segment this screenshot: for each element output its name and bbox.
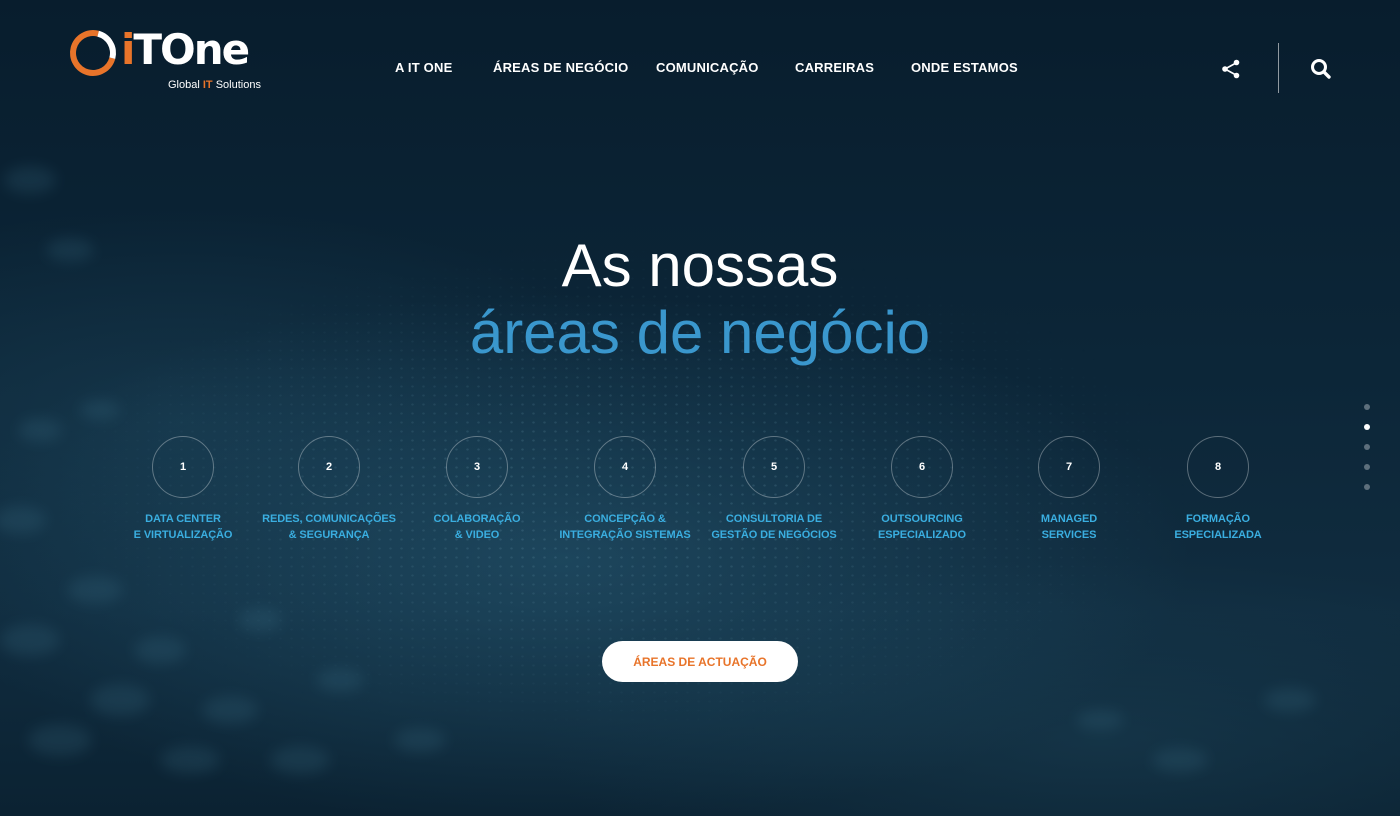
pager-dot-2[interactable] <box>1364 424 1370 430</box>
logo-ring-icon <box>61 21 125 85</box>
background-bokeh <box>0 166 1316 774</box>
nav-item-areas-de-negocio[interactable]: ÁREAS DE NEGÓCIO <box>493 60 628 75</box>
nav-item-carreiras[interactable]: CARREIRAS <box>795 60 874 75</box>
logo-wordmark: iTOne <box>121 25 250 74</box>
area-item-8[interactable]: 8 FORMAÇÃO ESPECIALIZADA <box>1128 436 1308 543</box>
hero-title-line-1: As nossas <box>561 232 839 299</box>
nav-item-comunicacao[interactable]: COMUNICAÇÃO <box>656 60 759 75</box>
area-number-badge: 8 <box>1187 436 1249 498</box>
area-number-badge: 7 <box>1038 436 1100 498</box>
share-icon[interactable] <box>1219 57 1243 81</box>
hero-heading: As nossas áreas de negócio <box>0 232 1400 366</box>
pager-dot-4[interactable] <box>1364 464 1370 470</box>
pager-dot-5[interactable] <box>1364 484 1370 490</box>
areas-de-actuacao-button[interactable]: ÁREAS DE ACTUAÇÃO <box>602 641 798 682</box>
area-number-badge: 5 <box>743 436 805 498</box>
itone-logo[interactable]: iTOne Global IT Solutions <box>61 21 269 94</box>
area-number-badge: 4 <box>594 436 656 498</box>
area-number-badge: 3 <box>446 436 508 498</box>
hero-title-line-2: áreas de negócio <box>469 299 931 366</box>
area-number-badge: 6 <box>891 436 953 498</box>
search-icon[interactable] <box>1308 56 1334 82</box>
nav-item-a-it-one[interactable]: A IT ONE <box>395 60 452 75</box>
area-number-badge: 1 <box>152 436 214 498</box>
area-number-badge: 2 <box>298 436 360 498</box>
pager-dot-1[interactable] <box>1364 404 1370 410</box>
logo-tagline: Global IT Solutions <box>168 79 261 91</box>
section-pager <box>1364 404 1372 504</box>
header-divider <box>1278 43 1279 93</box>
nav-item-onde-estamos[interactable]: ONDE ESTAMOS <box>911 60 1018 75</box>
pager-dot-3[interactable] <box>1364 444 1370 450</box>
area-label: FORMAÇÃO ESPECIALIZADA <box>1174 513 1262 541</box>
